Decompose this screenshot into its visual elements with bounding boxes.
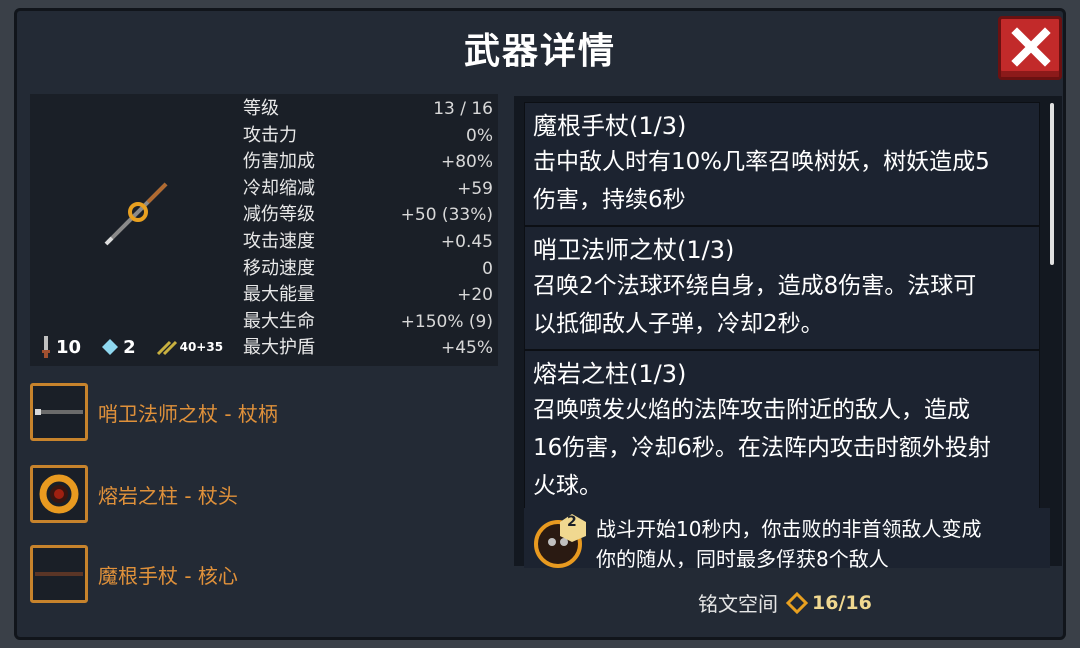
stat-label: 等级 xyxy=(243,98,279,119)
card-title: 哨卫法师之杖(1/3) xyxy=(533,236,735,264)
card-line: 击中敌人时有10%几率召唤树妖，树妖造成5 xyxy=(533,149,990,175)
staff-icon xyxy=(104,182,168,246)
lava-ring-icon xyxy=(39,474,79,514)
part-core-label: 魔根手杖 - 核心 xyxy=(98,563,238,588)
sword-icon xyxy=(42,336,50,358)
stat-value: +20 xyxy=(457,285,493,306)
stat-row: 等级 13 / 16 xyxy=(243,96,493,123)
inscription-space: 铭文空间 16/16 xyxy=(698,588,872,617)
stat-row: 移动速度 0 xyxy=(243,256,493,283)
description-scrollbar[interactable] xyxy=(1050,103,1054,265)
part-handle[interactable]: 哨卫法师之杖 - 杖柄 xyxy=(30,382,278,442)
diamond-icon xyxy=(786,591,808,614)
window-title: 武器详情 xyxy=(463,31,616,72)
stat-value: +0.45 xyxy=(440,231,493,252)
card-line: 召唤2个法球环绕自身，造成8伤害。法球可 xyxy=(533,273,977,299)
card-line: 以抵御敌人子弹，冷却2秒。 xyxy=(533,311,824,337)
rune-line: 你的随从，同时最多俘获8个敌人 xyxy=(596,547,889,568)
description-panel[interactable]: 魔根手杖(1/3) 击中敌人时有10%几率召唤树妖，树妖造成5 伤害，持续6秒 … xyxy=(514,96,1062,566)
gem-value: 2 xyxy=(123,336,136,358)
damage-value: 10 xyxy=(56,336,82,358)
stat-label: 最大生命 xyxy=(243,310,315,332)
rune-card: 2 战斗开始10秒内，你击败的非首领敌人变成 你的随从，同时最多俘获8个敌人 xyxy=(524,508,1050,568)
counter-bar: 10 2 40+35 xyxy=(40,336,243,358)
part-core-slot[interactable] xyxy=(30,545,88,603)
stat-row: 最大能量 +20 xyxy=(243,282,493,309)
rune-skull-icon xyxy=(534,514,586,568)
card-title: 熔岩之柱(1/3) xyxy=(533,360,687,388)
stat-value: +50 (33%) xyxy=(400,205,493,226)
bonus-value: 40+35 xyxy=(179,340,224,354)
stat-row: 攻击力 0% xyxy=(243,123,493,150)
rune-line: 战斗开始10秒内，你击败的非首领敌人变成 xyxy=(596,517,982,541)
stat-label: 攻击力 xyxy=(243,124,297,146)
stat-row: 最大生命 +150% (9) xyxy=(243,309,493,336)
stat-label: 最大能量 xyxy=(243,284,315,306)
stat-value: 0 xyxy=(482,258,493,279)
damage-counter: 10 xyxy=(40,336,81,358)
card-title: 魔根手杖(1/3) xyxy=(533,112,687,140)
part-handle-label: 哨卫法师之杖 - 杖柄 xyxy=(98,401,278,426)
close-button[interactable] xyxy=(998,16,1062,80)
staff-handle-icon xyxy=(35,409,83,415)
gem-counter: 2 xyxy=(101,337,136,358)
part-head[interactable]: 熔岩之柱 - 杖头 xyxy=(30,464,238,524)
stat-label: 最大护盾 xyxy=(243,337,315,359)
stat-row: 冷却缩减 +59 xyxy=(243,176,493,203)
close-icon xyxy=(1011,27,1051,67)
stats-list: 等级 13 / 16 攻击力 0% 伤害加成 +80% 冷却缩减 +59 减伤等级 +50 (33… xyxy=(243,96,493,362)
stat-label: 移动速度 xyxy=(243,257,315,279)
rune-badge-level: 2 xyxy=(567,514,577,530)
gem-icon xyxy=(102,339,119,355)
stat-row: 攻击速度 +0.45 xyxy=(243,229,493,256)
stat-label: 冷却缩减 xyxy=(243,177,315,199)
bonus-icon xyxy=(156,340,177,356)
stat-row: 最大护盾 +45% xyxy=(243,335,493,362)
card-line: 伤害，持续6秒 xyxy=(533,187,686,213)
stat-label: 伤害加成 xyxy=(243,151,315,173)
card-line: 16伤害，冷却6秒。在法阵内攻击时额外投射 xyxy=(533,435,991,461)
description-card: 熔岩之柱(1/3) 召唤喷发火焰的法阵攻击附近的敌人，造成 16伤害，冷却6秒。… xyxy=(524,350,1040,512)
stat-row: 减伤等级 +50 (33%) xyxy=(243,202,493,229)
inscription-count: 16/16 xyxy=(812,591,872,614)
stat-value: 0% xyxy=(466,125,493,146)
bonus-counter: 40+35 xyxy=(156,338,223,356)
card-line: 火球。 xyxy=(533,473,602,499)
stat-value: +59 xyxy=(457,178,493,199)
card-line: 召唤喷发火焰的法阵攻击附近的敌人，造成 xyxy=(533,397,970,423)
stat-value: +80% xyxy=(440,152,493,173)
stat-label: 减伤等级 xyxy=(243,204,315,226)
part-core[interactable]: 魔根手杖 - 核心 xyxy=(30,544,238,604)
rune-description: 战斗开始10秒内，你击败的非首领敌人变成 你的随从，同时最多俘获8个敌人 xyxy=(596,514,1046,568)
inscription-label: 铭文空间 xyxy=(698,592,778,616)
part-head-slot[interactable] xyxy=(30,465,88,523)
stat-value: 13 / 16 xyxy=(433,99,493,119)
description-card: 魔根手杖(1/3) 击中敌人时有10%几率召唤树妖，树妖造成5 伤害，持续6秒 xyxy=(524,102,1040,226)
part-handle-slot[interactable] xyxy=(30,383,88,441)
stat-value: +150% (9) xyxy=(400,311,493,332)
description-card: 哨卫法师之杖(1/3) 召唤2个法球环绕自身，造成8伤害。法球可 以抵御敌人子弹… xyxy=(524,226,1040,350)
part-head-label: 熔岩之柱 - 杖头 xyxy=(98,483,238,508)
staff-core-icon xyxy=(35,572,83,576)
stat-value: +45% xyxy=(440,338,493,359)
stat-label: 攻击速度 xyxy=(243,230,315,252)
stat-row: 伤害加成 +80% xyxy=(243,149,493,176)
